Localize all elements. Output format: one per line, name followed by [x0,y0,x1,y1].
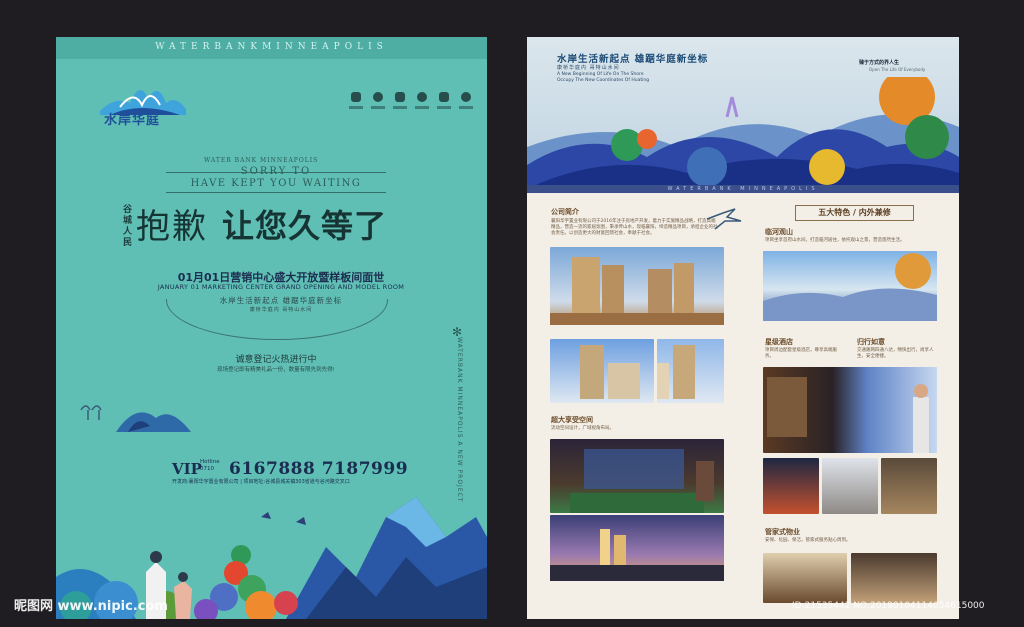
divider-bottom [166,192,386,193]
registration-text: 诚意登记火热进行中 [235,355,317,365]
photo-lobby [851,553,937,603]
amenity-icon-3 [393,92,407,122]
photo-hotel-bar [763,367,937,453]
photo-river [763,251,937,321]
decorative-arc [166,299,388,340]
travel-title: 归行如意 [857,338,885,346]
right-poster: 水岸生活新起点 雄踞华庭新坐标 康桥华庭内 哥特山水间 A New Beginn… [527,37,959,619]
headline-part-2: 让您久等了 [222,207,388,245]
photo-doorman [822,458,878,514]
river-view-body: 项目坐享首府山水间，打造临河居住，依托观山之景，营造悠然生活。 [765,238,905,243]
brand-tagline-small: WATER BANK MINNEAPOLIS [204,157,319,164]
vertical-label: 谷城人民 [123,205,133,248]
opening-date-en: JANUARY 01 MARKETING CENTER GRAND OPENIN… [157,283,405,291]
crane-icon [706,208,742,230]
hotel-body: 项目周边配套星级酒店，尊享高端服务。 [765,348,837,359]
photo-living-room [550,439,724,513]
headline-part-1: 抱歉 [136,207,208,247]
amenity-icon-1 [349,92,363,122]
sorry-line-1: SORRY TO [240,166,312,177]
watermark-image-id: ID:21535442 NO:20190104114054615000 [792,601,985,611]
amenity-icon-2 [371,92,385,122]
photo-door [881,458,937,514]
phone-numbers: 6167888 7187999 [229,459,409,479]
amenity-icon-6 [459,92,473,122]
photo-garden [763,553,847,603]
photo-balcony [550,515,724,581]
watermark-site: 昵图网 www.nipic.com [14,599,168,614]
hero-subtitle: 康桥华庭内 哥特山水间 [557,65,620,71]
photo-traffic [763,458,819,514]
hero-band-text: WATERBANK MINNEAPOLIS [667,186,819,192]
travel-body: 交通路网四通八达，畅快出行，尚享人生，安全便捷。 [857,348,934,359]
hero-right-title: 臻于方式的界人生 [859,60,900,66]
property-body: 安保、化园、保洁，管家式服务贴心周到。 [765,538,851,543]
photo-tower-1 [550,339,654,403]
hero-right-subtitle: Open The Life Of Everybody [869,67,926,72]
hero-en-line-2: Occupy The New Coordinates Of Huating [557,78,650,83]
hero-title: 水岸生活新起点 雄踞华庭新坐标 [557,54,709,65]
company-intro-body: 襄阳华宇置业有限公司于2016年注于房地产开发，着力于实施精品战略，打造高端精品… [551,219,718,236]
space-body: 流动空间设计，广域视角布局。 [551,426,614,431]
company-intro-title: 公司简介 [551,208,579,216]
five-features-title: 五大特色 / 内外兼修 [795,205,914,221]
registration-subtext: 现场登记即有精美礼品一份，数量有限先到先得! [217,367,335,373]
amenity-icon-4 [415,92,429,122]
photo-buildings [550,247,724,325]
photo-tower-2 [657,339,724,403]
left-poster: WATERBANKMINNEAPOLIS 水岸华庭 WATER BANK MIN… [56,37,487,619]
hero-en-line-1: A New Beginning Of Life On The Shore [557,72,644,77]
amenity-icons [349,92,473,122]
river-view-title: 临河观山 [765,228,793,236]
space-title: 超大享受空间 [551,416,593,424]
top-band-text: WATERBANKMINNEAPOLIS [155,42,388,52]
property-title: 管家式物业 [765,528,800,536]
birds-and-hill-illustration [80,405,191,432]
amenity-icon-5 [437,92,451,122]
hero-landscape [527,77,959,189]
hotel-title: 星级酒店 [765,338,793,346]
hotline-label: Hotline 0710 [200,459,220,472]
vip-label: VIP [172,460,202,478]
sorry-line-2: HAVE KEPT YOU WAITING [190,178,362,189]
logo-text: 水岸华庭 [104,113,161,128]
